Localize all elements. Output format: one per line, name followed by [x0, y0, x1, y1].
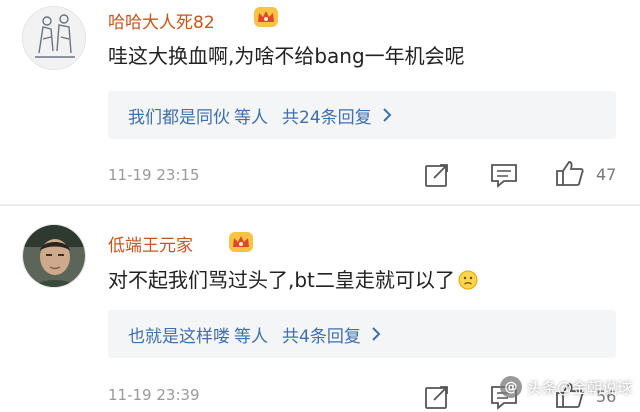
- crown-badge-icon: [254, 7, 278, 27]
- username[interactable]: 哈哈大人死82: [108, 8, 215, 33]
- thumbs-up-icon[interactable]: [555, 159, 585, 187]
- reply-preview[interactable]: 也就是这样喽 等人 共4条回复: [108, 310, 616, 358]
- share-icon[interactable]: [424, 162, 450, 188]
- comment-text: 哇这大换血啊,为啥不给bang一年机会呢: [108, 44, 465, 68]
- like-count: 47: [596, 165, 617, 184]
- chevron-right-icon: [372, 327, 381, 341]
- reply-count: 共4条回复: [282, 326, 361, 347]
- watermark-text: 头条@金朝说球: [526, 378, 632, 397]
- avatar[interactable]: [22, 6, 86, 70]
- avatar[interactable]: [22, 224, 86, 288]
- comment-text: 对不起我们骂过头了,bt二皇走就可以了: [108, 264, 478, 293]
- comment-item: 哈哈大人死82 哇这大换血啊,为啥不给bang一年机会呢 我们都是同伙 等人 共…: [0, 0, 640, 206]
- reply-preview[interactable]: 我们都是同伙 等人 共24条回复: [108, 91, 616, 139]
- watermark: @ 头条@金朝说球: [499, 376, 632, 398]
- reply-count: 共24条回复: [282, 107, 372, 128]
- comment-icon[interactable]: [490, 162, 518, 188]
- reply-suffix: 等人: [234, 326, 268, 347]
- timestamp: 11-19 23:39: [108, 386, 200, 404]
- timestamp: 11-19 23:15: [108, 166, 200, 184]
- chevron-right-icon: [382, 108, 392, 122]
- username[interactable]: 低端王元家: [108, 231, 193, 256]
- reply-users: 也就是这样喽: [128, 326, 230, 347]
- share-icon[interactable]: [424, 384, 450, 410]
- comment-text-body: 对不起我们骂过头了,bt二皇走就可以了: [108, 268, 455, 292]
- crown-badge-icon: [229, 232, 253, 252]
- reply-suffix: 等人: [234, 107, 268, 128]
- reply-users: 我们都是同伙: [128, 107, 230, 128]
- watermark-logo: @: [499, 376, 522, 398]
- emoji-face-icon: [458, 270, 478, 290]
